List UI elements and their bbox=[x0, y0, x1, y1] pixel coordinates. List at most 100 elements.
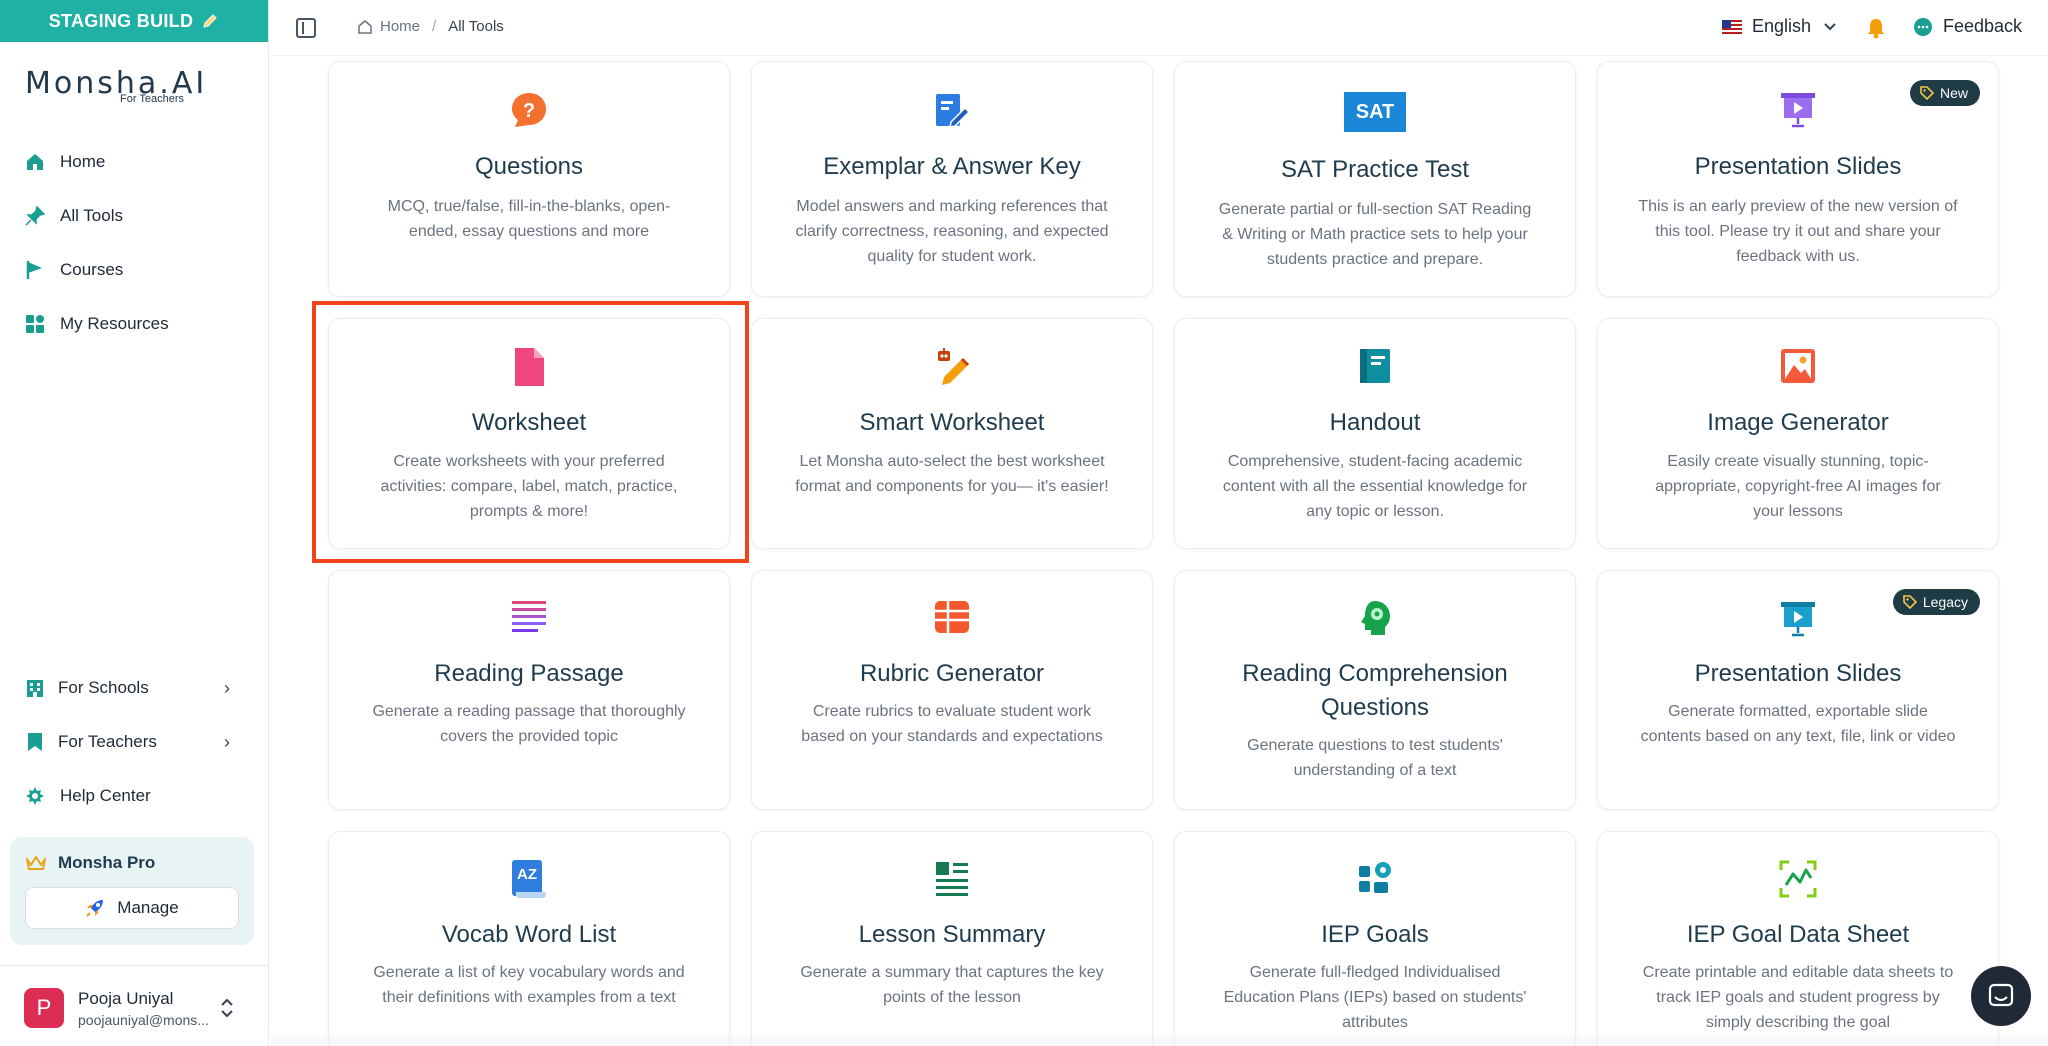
tool-title: SAT Practice Test bbox=[1280, 156, 1470, 183]
breadcrumb: Home / All Tools bbox=[358, 18, 504, 35]
feedback-label: Feedback bbox=[1943, 16, 2023, 36]
image-icon bbox=[1598, 347, 1998, 385]
sidebar-item-label: Courses bbox=[60, 260, 124, 279]
breadcrumb-separator: / bbox=[432, 18, 437, 35]
flag-icon bbox=[24, 259, 46, 281]
tool-card-iep-goals[interactable]: IEP Goals Generate full-fledged Individu… bbox=[1174, 831, 1576, 1046]
tool-description: Generate a summary that captures the key… bbox=[800, 964, 1104, 1006]
tool-card-image-generator[interactable]: Image Generator Easily create visually s… bbox=[1597, 318, 1999, 549]
chat-launcher-button[interactable] bbox=[1971, 966, 2031, 1026]
tool-title: Presentation Slides bbox=[1694, 660, 1902, 687]
summary-list-icon bbox=[752, 860, 1152, 896]
manage-label: Manage bbox=[117, 898, 179, 917]
sat-icon: SAT bbox=[1175, 92, 1575, 132]
feedback-button[interactable]: Feedback bbox=[1913, 16, 2022, 37]
tool-card-presentation-slides-new[interactable]: New Presentation Slides This is an early… bbox=[1597, 61, 1999, 297]
sidebar-item-for-schools[interactable]: For Schools › bbox=[24, 668, 230, 708]
sidebar-toggle-icon[interactable] bbox=[296, 18, 316, 38]
robot-pencil-icon bbox=[752, 347, 1152, 387]
sidebar-item-home[interactable]: Home bbox=[24, 142, 105, 182]
sidebar-item-courses[interactable]: Courses bbox=[24, 250, 123, 290]
bookmark-icon bbox=[24, 731, 46, 753]
sidebar-item-label: All Tools bbox=[60, 206, 123, 225]
avatar: P bbox=[24, 988, 64, 1028]
us-flag-icon bbox=[1722, 19, 1742, 34]
sat-icon-text: SAT bbox=[1344, 92, 1406, 132]
tool-card-iep-goal-data-sheet[interactable]: IEP Goal Data Sheet Create printable and… bbox=[1597, 831, 1999, 1046]
tool-card-vocab-word-list[interactable]: AZ Vocab Word List Generate a list of ke… bbox=[328, 831, 730, 1046]
tool-description: Generate a reading passage that thorough… bbox=[372, 703, 686, 745]
sidebar-item-my-resources[interactable]: My Resources bbox=[24, 304, 169, 344]
pro-title: Monsha Pro bbox=[26, 853, 155, 873]
sidebar-item-label: Help Center bbox=[60, 786, 151, 805]
az-book-icon: AZ bbox=[329, 860, 729, 898]
pencil-icon bbox=[203, 14, 217, 28]
sidebar-item-label: For Teachers bbox=[58, 732, 157, 751]
svg-text:?: ? bbox=[523, 100, 535, 122]
bell-icon[interactable] bbox=[1866, 17, 1886, 44]
tool-title: Smart Worksheet bbox=[859, 409, 1045, 436]
tool-description: Generate formatted, exportable slide con… bbox=[1640, 703, 1956, 745]
tool-card-presentation-slides-legacy[interactable]: Legacy Presentation Slides Generate form… bbox=[1597, 570, 1999, 810]
chevron-right-icon: › bbox=[224, 677, 230, 698]
tool-card-lesson-summary[interactable]: Lesson Summary Generate a summary that c… bbox=[751, 831, 1153, 1046]
user-email: poojauniyal@mons... bbox=[78, 1011, 209, 1028]
top-header: Home / All Tools English Feedback bbox=[270, 0, 2048, 56]
sidebar: STAGING BUILD Monsha.AI For Teachers Hom… bbox=[0, 0, 269, 1046]
tool-title: Presentation Slides bbox=[1694, 153, 1902, 180]
sidebar-item-for-teachers[interactable]: For Teachers › bbox=[24, 722, 230, 762]
tool-card-exemplar-answer-key[interactable]: Exemplar & Answer Key Model answers and … bbox=[751, 61, 1153, 297]
sidebar-item-label: For Schools bbox=[58, 678, 149, 697]
az-icon-text: AZ bbox=[517, 866, 537, 883]
tool-description: Model answers and marking references tha… bbox=[795, 198, 1109, 265]
tool-title: Handout bbox=[1329, 409, 1421, 436]
tool-card-smart-worksheet[interactable]: Smart Worksheet Let Monsha auto-select t… bbox=[751, 318, 1153, 549]
chevron-updown-icon[interactable] bbox=[220, 998, 234, 1023]
tool-description: This is an early preview of the new vers… bbox=[1638, 198, 1958, 265]
tool-title: IEP Goal Data Sheet bbox=[1686, 921, 1910, 948]
text-lines-icon bbox=[329, 599, 729, 635]
sidebar-item-help-center[interactable]: Help Center bbox=[24, 776, 151, 816]
tool-title: Exemplar & Answer Key bbox=[823, 153, 1081, 180]
manage-button[interactable]: Manage bbox=[25, 887, 239, 929]
tool-title: IEP Goals bbox=[1321, 921, 1429, 948]
presentation-play-icon bbox=[1598, 599, 1998, 637]
tool-card-handout[interactable]: Handout Comprehensive, student-facing ac… bbox=[1174, 318, 1576, 549]
chat-icon bbox=[1988, 983, 2014, 1007]
logo-subtitle: For Teachers bbox=[120, 93, 184, 105]
user-account[interactable]: P Pooja Uniyal poojauniyal@mons... bbox=[24, 988, 209, 1028]
crown-icon bbox=[26, 856, 46, 870]
chart-frame-icon bbox=[1598, 860, 1998, 898]
tool-description: Comprehensive, student-facing academic c… bbox=[1222, 453, 1528, 520]
tool-title: Rubric Generator bbox=[859, 660, 1045, 687]
tool-title: Reading Passage bbox=[434, 660, 624, 687]
language-label: English bbox=[1752, 16, 1812, 36]
help-icon bbox=[24, 785, 46, 807]
tool-title: Questions bbox=[474, 153, 584, 180]
tool-card-reading-comprehension-questions[interactable]: Reading Comprehension Questions Generate… bbox=[1174, 570, 1576, 810]
tool-description: Generate partial or full-section SAT Rea… bbox=[1218, 201, 1532, 268]
tool-card-sat-practice-test[interactable]: SAT SAT Practice Test Generate partial o… bbox=[1174, 61, 1576, 297]
breadcrumb-current: All Tools bbox=[448, 18, 504, 35]
document-edit-icon bbox=[752, 92, 1152, 130]
divider bbox=[0, 965, 269, 966]
tool-description: Create worksheets with your preferred ac… bbox=[380, 453, 678, 520]
tool-title: Worksheet bbox=[471, 409, 587, 436]
tool-card-rubric-generator[interactable]: Rubric Generator Create rubrics to evalu… bbox=[751, 570, 1153, 810]
home-icon bbox=[24, 151, 46, 173]
sidebar-item-all-tools[interactable]: All Tools bbox=[24, 196, 123, 236]
question-bubble-icon: ? bbox=[329, 90, 729, 130]
language-selector[interactable]: English bbox=[1722, 16, 1837, 37]
breadcrumb-home-label: Home bbox=[380, 18, 421, 35]
staging-banner: STAGING BUILD bbox=[0, 0, 268, 42]
tool-card-reading-passage[interactable]: Reading Passage Generate a reading passa… bbox=[328, 570, 730, 810]
rocket-icon bbox=[86, 900, 104, 917]
tool-card-questions[interactable]: ? Questions MCQ, true/false, fill-in-the… bbox=[328, 61, 730, 297]
building-icon bbox=[24, 677, 46, 699]
logo[interactable]: Monsha.AI For Teachers bbox=[25, 66, 207, 105]
tool-description: MCQ, true/false, fill-in-the-blanks, ope… bbox=[387, 198, 671, 240]
breadcrumb-home[interactable]: Home bbox=[358, 18, 420, 35]
tool-card-worksheet[interactable]: Worksheet Create worksheets with your pr… bbox=[328, 318, 730, 549]
table-grid-icon bbox=[752, 599, 1152, 635]
chevron-right-icon: › bbox=[224, 731, 230, 752]
